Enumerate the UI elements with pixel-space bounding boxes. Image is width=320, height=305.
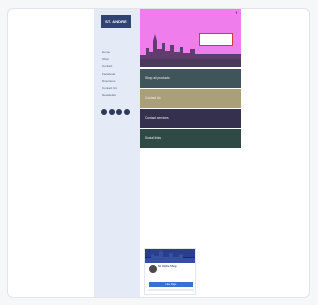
facebook-widget: St. Andre Shop Like Page: [144, 248, 196, 295]
facebook-cover-image: [145, 249, 195, 263]
nav-item[interactable]: Directions: [102, 78, 138, 85]
menu-band-label: Social links: [145, 136, 161, 140]
site-logo[interactable]: ST. ANDRE: [101, 15, 131, 28]
menu-band[interactable]: Contact Us: [140, 89, 241, 108]
main-content: f Shop all products Contact Us Contact s…: [140, 9, 241, 297]
sidebar: ST. ANDRE Home Shop Contact Facebook Dir…: [94, 9, 140, 297]
instagram-icon[interactable]: [123, 109, 130, 115]
event-badge[interactable]: [199, 33, 233, 46]
facebook-icon[interactable]: [101, 109, 107, 115]
nav-item[interactable]: Facebook: [102, 71, 138, 78]
nav-item[interactable]: Shop: [102, 56, 138, 63]
screenshot-canvas: ST. ANDRE Home Shop Contact Facebook Dir…: [0, 0, 318, 305]
social-icons: [101, 109, 130, 115]
menu-band[interactable]: Shop all products: [140, 69, 241, 88]
menu-band[interactable]: Contact services: [140, 109, 241, 128]
menu-band[interactable]: Social links: [140, 129, 241, 148]
preview-card: ST. ANDRE Home Shop Contact Facebook Dir…: [7, 8, 310, 298]
nav-item[interactable]: Home: [102, 49, 138, 56]
youtube-icon[interactable]: [116, 109, 122, 115]
website-preview: ST. ANDRE Home Shop Contact Facebook Dir…: [94, 9, 241, 297]
like-page-button[interactable]: Like Page: [149, 282, 193, 287]
menu-band-label: Contact Us: [145, 96, 161, 100]
nav-item[interactable]: Contact: [102, 63, 138, 70]
widget-footer: [148, 289, 194, 291]
facebook-icon[interactable]: f: [236, 11, 237, 15]
hero-banner: f: [140, 9, 241, 67]
nav-item[interactable]: Newsletter: [102, 92, 138, 99]
page-name[interactable]: St. Andre Shop: [158, 265, 177, 268]
menu-band-label: Shop all products: [145, 76, 170, 80]
menu-band-label: Contact services: [145, 116, 169, 120]
nav-item[interactable]: Contact Us: [102, 85, 138, 92]
sidebar-nav: Home Shop Contact Facebook Directions Co…: [102, 49, 138, 99]
page-avatar[interactable]: [148, 264, 158, 274]
cover-illustration: [145, 250, 195, 263]
article-section: [144, 162, 236, 164]
twitter-icon[interactable]: [108, 109, 115, 115]
